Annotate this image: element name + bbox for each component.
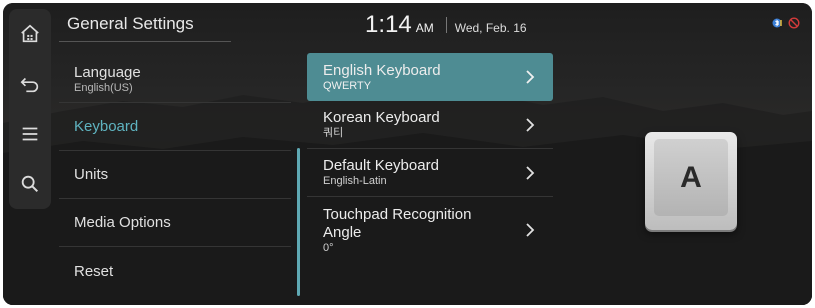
menu-button[interactable]	[9, 109, 51, 159]
clock-separator	[445, 17, 447, 33]
chevron-right-icon	[526, 223, 535, 237]
settings-menu: Language English(US) Keyboard Units Medi…	[59, 55, 291, 295]
menu-item-reset[interactable]: Reset	[59, 247, 291, 295]
option-value: QWERTY	[323, 79, 372, 92]
settings-screen: General Settings 1:14 AM Wed, Feb. 16 La…	[3, 3, 812, 305]
scroll-indicator[interactable]	[297, 148, 300, 296]
option-value: 쿼티	[323, 127, 344, 139]
clock-date: Wed, Feb. 16	[454, 21, 527, 35]
option-english-keyboard[interactable]: English Keyboard QWERTY	[307, 53, 553, 101]
keycap-face: A	[654, 139, 728, 216]
menu-item-label: Language	[74, 63, 141, 81]
search-icon	[21, 175, 39, 193]
option-default-keyboard[interactable]: Default Keyboard English-Latin	[307, 149, 553, 197]
keyboard-key-preview: A	[645, 132, 737, 230]
search-button[interactable]	[9, 159, 51, 209]
menu-item-label: Keyboard	[74, 118, 139, 135]
menu-item-units[interactable]: Units	[59, 151, 291, 199]
option-touchpad-angle[interactable]: Touchpad Recognition Angle 0°	[307, 197, 553, 263]
clock-time: 1:14	[365, 11, 412, 38]
menu-item-keyboard[interactable]: Keyboard	[59, 103, 291, 151]
keyboard-options-list: English Keyboard QWERTY Korean Keyboard …	[307, 53, 553, 263]
option-korean-keyboard[interactable]: Korean Keyboard 쿼티	[307, 101, 553, 149]
option-label: Korean Keyboard	[323, 109, 440, 126]
option-label-line2: Angle	[323, 223, 362, 241]
back-button[interactable]	[9, 59, 51, 109]
option-label: Default Keyboard	[323, 157, 439, 174]
mic-mute-icon	[788, 17, 800, 29]
side-rail	[9, 9, 51, 209]
menu-item-media-options[interactable]: Media Options	[59, 199, 291, 247]
keycap-letter: A	[680, 160, 702, 194]
status-icons	[772, 17, 800, 29]
page-title: General Settings	[67, 14, 194, 33]
back-icon	[20, 77, 39, 93]
option-value: 0°	[323, 241, 334, 254]
menu-item-language[interactable]: Language English(US)	[59, 55, 291, 103]
menu-item-value: English(US)	[74, 81, 133, 94]
menu-item-label: Media Options	[74, 214, 171, 231]
option-label: English Keyboard	[323, 61, 441, 79]
home-button[interactable]	[9, 9, 51, 59]
menu-item-label: Units	[74, 166, 109, 183]
clock-ampm: AM	[415, 21, 434, 35]
bluetooth-phone-icon	[772, 18, 782, 28]
menu-item-label: Reset	[74, 262, 114, 280]
home-icon	[21, 24, 39, 43]
chevron-right-icon	[526, 70, 535, 84]
menu-icon	[22, 127, 38, 141]
chevron-right-icon	[526, 117, 535, 132]
clock: 1:14 AM Wed, Feb. 16	[365, 11, 527, 39]
option-value: English-Latin	[323, 175, 387, 187]
title-underline	[59, 41, 231, 42]
chevron-right-icon	[526, 165, 535, 180]
option-label-line1: Touchpad Recognition	[323, 205, 472, 223]
